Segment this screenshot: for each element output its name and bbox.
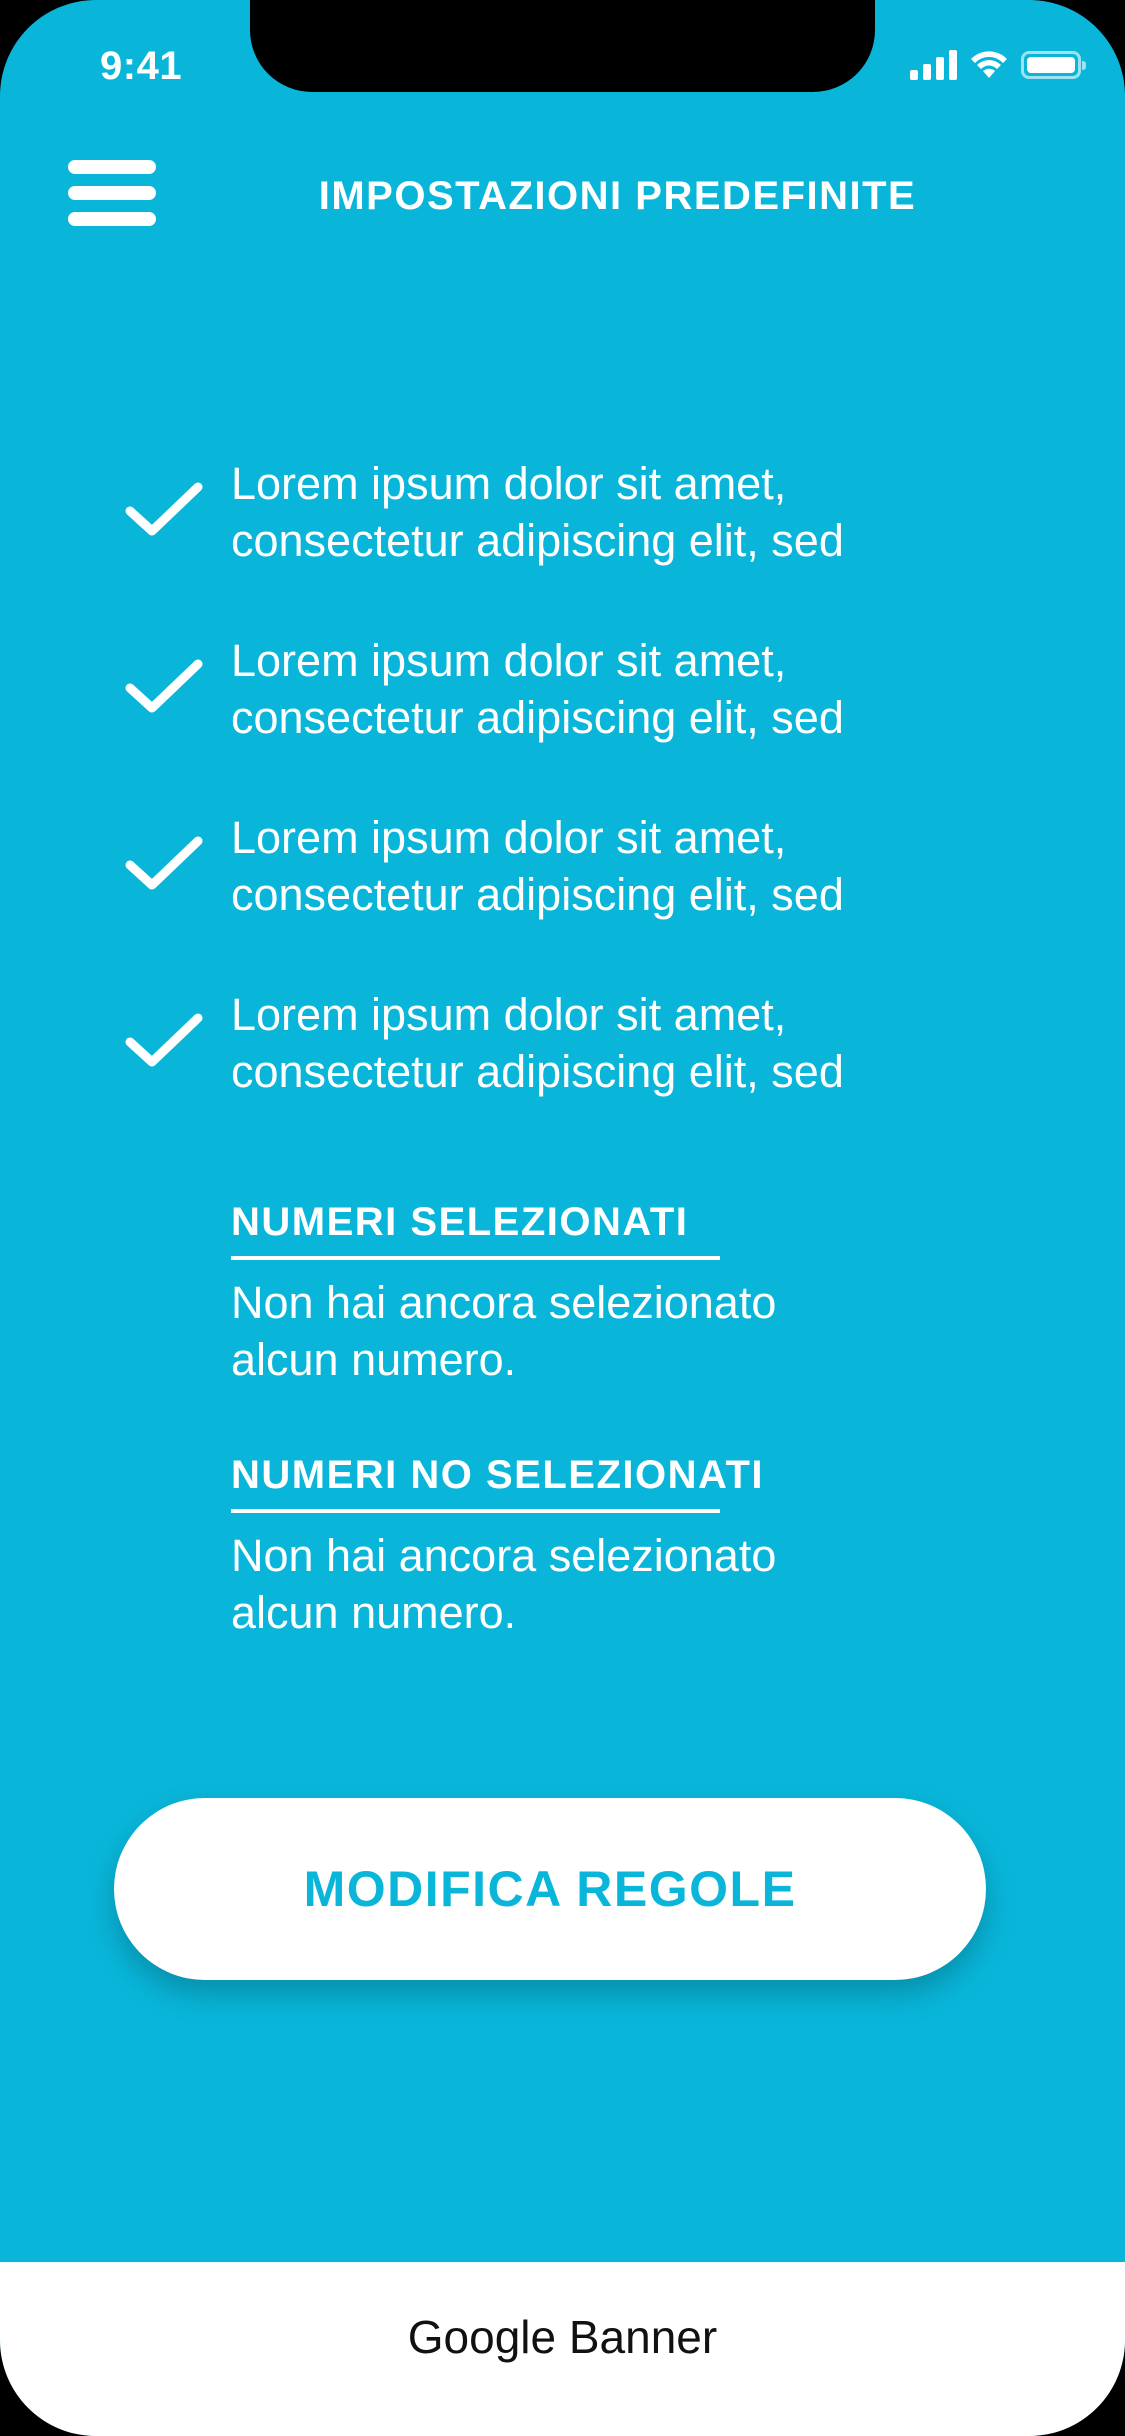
hamburger-menu-icon[interactable] [68,160,156,226]
list-item-line: Lorem ipsum dolor sit amet, [231,812,787,863]
section-divider [231,1256,720,1260]
checkmark-icon [125,836,203,890]
unselected-numbers-text: Non hai ancora selezionato alcun numero. [231,1527,951,1641]
selected-numbers-title: NUMERI SELEZIONATI [231,1200,689,1244]
unselected-numbers-line: Non hai ancora selezionato [231,1530,777,1581]
checkmark-icon [125,659,203,713]
list-item: Lorem ipsum dolor sit amet, consectetur … [0,455,1125,632]
unselected-numbers-title: NUMERI NO SELEZIONATI [231,1453,764,1497]
checkmark-icon [125,482,203,536]
status-time: 9:41 [100,44,183,88]
edit-rules-button[interactable]: MODIFICA REGOLE [114,1798,986,1980]
section-divider [231,1509,720,1513]
list-item-text: Lorem ipsum dolor sit amet, consectetur … [231,986,1031,1100]
list-item: Lorem ipsum dolor sit amet, consectetur … [0,632,1125,809]
ad-banner[interactable]: Google Banner [0,2262,1125,2436]
app-screen: 9:41 IMPOSTAZIONI PREDEFINITE Lorem ipsu… [0,0,1125,2436]
selected-numbers-line: alcun numero. [231,1334,517,1385]
selected-numbers-text: Non hai ancora selezionato alcun numero. [231,1274,951,1388]
list-item-line: Lorem ipsum dolor sit amet, [231,458,787,509]
list-item-line: Lorem ipsum dolor sit amet, [231,989,787,1040]
unselected-numbers-line: alcun numero. [231,1587,517,1638]
list-item-line: Lorem ipsum dolor sit amet, [231,635,787,686]
signal-icon [910,50,957,80]
page-title: IMPOSTAZIONI PREDEFINITE [318,174,917,218]
list-item: Lorem ipsum dolor sit amet, consectetur … [0,986,1125,1163]
list-item: Lorem ipsum dolor sit amet, consectetur … [0,809,1125,986]
selected-numbers-section: NUMERI SELEZIONATI Non hai ancora selezi… [231,1196,951,1388]
ad-banner-label: Google Banner [407,2311,718,2363]
checkmark-icon [125,1013,203,1067]
list-item-line: consectetur adipiscing elit, sed [231,1046,844,1097]
wifi-icon [971,51,1007,78]
checklist: Lorem ipsum dolor sit amet, consectetur … [0,455,1125,1163]
list-item-text: Lorem ipsum dolor sit amet, consectetur … [231,632,1031,746]
unselected-numbers-section: NUMERI NO SELEZIONATI Non hai ancora sel… [231,1449,951,1641]
status-icons [910,50,1086,80]
selected-numbers-line: Non hai ancora selezionato [231,1277,777,1328]
list-item-text: Lorem ipsum dolor sit amet, consectetur … [231,455,1031,569]
list-item-line: consectetur adipiscing elit, sed [231,692,844,743]
edit-rules-label: MODIFICA REGOLE [303,1861,797,1917]
battery-icon [1021,51,1086,79]
list-item-line: consectetur adipiscing elit, sed [231,515,844,566]
device-notch [250,0,875,92]
list-item-line: consectetur adipiscing elit, sed [231,869,844,920]
list-item-text: Lorem ipsum dolor sit amet, consectetur … [231,809,1031,923]
